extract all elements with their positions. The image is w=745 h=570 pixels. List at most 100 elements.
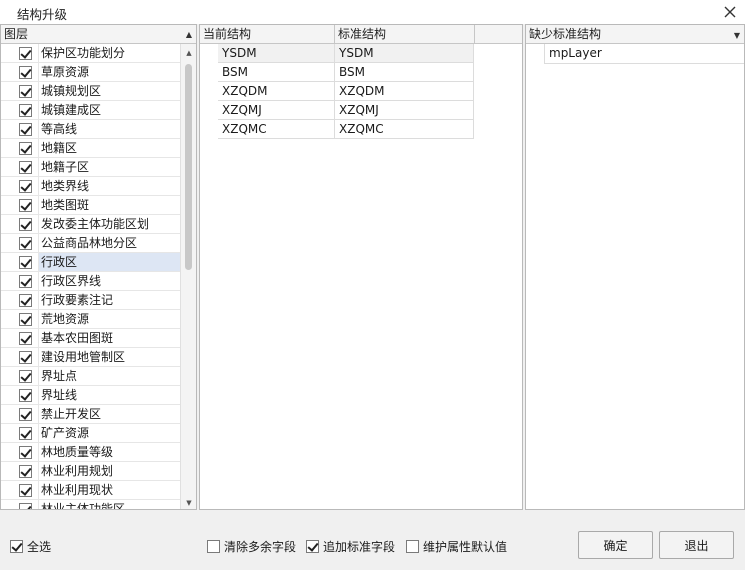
layer-column-header[interactable]: 图层 ▲	[1, 25, 196, 44]
layer-name[interactable]: 城镇规划区	[38, 82, 181, 101]
layer-name[interactable]: 发改委主体功能区划	[38, 215, 181, 234]
layer-name[interactable]: 行政要素注记	[38, 291, 181, 310]
missing-structure-header[interactable]: 缺少标准结构 ▼	[526, 25, 744, 45]
layer-row[interactable]: 界址线	[1, 386, 181, 405]
layer-checkbox[interactable]	[19, 85, 32, 98]
layer-name[interactable]: 行政区界线	[38, 272, 181, 291]
layer-row[interactable]: 城镇建成区	[1, 101, 181, 120]
layer-row[interactable]: 等高线	[1, 120, 181, 139]
standard-field-cell[interactable]: XZQMJ	[335, 101, 474, 120]
layer-row[interactable]: 禁止开发区	[1, 405, 181, 424]
layer-checkbox[interactable]	[19, 199, 32, 212]
layer-name[interactable]: 林业利用规划	[38, 462, 181, 481]
layer-checkbox[interactable]	[19, 427, 32, 440]
layer-name[interactable]: 界址点	[38, 367, 181, 386]
layer-checkbox[interactable]	[19, 104, 32, 117]
standard-field-cell[interactable]: BSM	[335, 63, 474, 82]
layer-checkbox[interactable]	[19, 180, 32, 193]
layer-row[interactable]: 地类图斑	[1, 196, 181, 215]
layer-name[interactable]: 林业利用现状	[38, 481, 181, 500]
layer-row[interactable]: 荒地资源	[1, 310, 181, 329]
standard-field-cell[interactable]: YSDM	[335, 44, 474, 63]
current-field-cell[interactable]: XZQMC	[218, 120, 335, 139]
select-all-check-icon[interactable]	[10, 540, 23, 553]
layer-name[interactable]: 草原资源	[38, 63, 181, 82]
layer-row[interactable]: 城镇规划区	[1, 82, 181, 101]
layer-name[interactable]: 地籍区	[38, 139, 181, 158]
current-structure-header[interactable]: 当前结构	[200, 25, 335, 44]
layer-name[interactable]: 地籍子区	[38, 158, 181, 177]
layer-row[interactable]: 地类界线	[1, 177, 181, 196]
standard-structure-header[interactable]: 标准结构	[335, 25, 475, 44]
layer-checkbox[interactable]	[19, 47, 32, 60]
layer-name[interactable]: 荒地资源	[38, 310, 181, 329]
layer-scrollbar[interactable]: ▲ ▼	[180, 44, 196, 509]
layer-checkbox[interactable]	[19, 218, 32, 231]
layer-row[interactable]: 界址点	[1, 367, 181, 386]
current-field-cell[interactable]: BSM	[218, 63, 335, 82]
layer-row[interactable]: 保护区功能划分	[1, 44, 181, 63]
layer-row[interactable]: 地籍区	[1, 139, 181, 158]
layer-checkbox[interactable]	[19, 484, 32, 497]
clear-extra-check-icon[interactable]	[207, 540, 220, 553]
layer-name[interactable]: 等高线	[38, 120, 181, 139]
layer-name[interactable]: 行政区	[38, 253, 181, 272]
ok-button[interactable]: 确定	[578, 531, 653, 559]
layer-checkbox[interactable]	[19, 123, 32, 136]
missing-item[interactable]: mpLayer	[544, 44, 744, 64]
layer-row[interactable]: 地籍子区	[1, 158, 181, 177]
layer-name[interactable]: 公益商品林地分区	[38, 234, 181, 253]
layer-row[interactable]: 行政区界线	[1, 272, 181, 291]
layer-checkbox[interactable]	[19, 142, 32, 155]
layer-checkbox[interactable]	[19, 503, 32, 509]
layer-row[interactable]: 矿产资源	[1, 424, 181, 443]
layer-row[interactable]: 行政区	[1, 253, 181, 272]
layer-checkbox[interactable]	[19, 389, 32, 402]
layer-row[interactable]: 建设用地管制区	[1, 348, 181, 367]
layer-row[interactable]: 林业主体功能区	[1, 500, 181, 509]
scroll-down-icon[interactable]: ▼	[181, 496, 196, 509]
layer-checkbox[interactable]	[19, 351, 32, 364]
layer-checkbox[interactable]	[19, 256, 32, 269]
layer-row[interactable]: 林地质量等级	[1, 443, 181, 462]
current-field-cell[interactable]: YSDM	[218, 44, 335, 63]
exit-button[interactable]: 退出	[659, 531, 734, 559]
layer-row[interactable]: 行政要素注记	[1, 291, 181, 310]
layer-row[interactable]: 基本农田图斑	[1, 329, 181, 348]
layer-row[interactable]: 公益商品林地分区	[1, 234, 181, 253]
layer-checkbox[interactable]	[19, 275, 32, 288]
layer-row[interactable]: 发改委主体功能区划	[1, 215, 181, 234]
layer-name[interactable]: 基本农田图斑	[38, 329, 181, 348]
append-standard-fields-checkbox[interactable]: 追加标准字段	[306, 538, 395, 555]
layer-name[interactable]: 城镇建成区	[38, 101, 181, 120]
standard-field-cell[interactable]: XZQDM	[335, 82, 474, 101]
append-standard-check-icon[interactable]	[306, 540, 319, 553]
layer-name[interactable]: 界址线	[38, 386, 181, 405]
current-field-cell[interactable]: XZQMJ	[218, 101, 335, 120]
standard-field-cell[interactable]: XZQMC	[335, 120, 474, 139]
current-field-cell[interactable]: XZQDM	[218, 82, 335, 101]
maintain-default-values-checkbox[interactable]: 维护属性默认值	[406, 538, 507, 555]
layer-name[interactable]: 林业主体功能区	[38, 500, 181, 509]
layer-row[interactable]: 林业利用现状	[1, 481, 181, 500]
scroll-up-icon[interactable]: ▲	[181, 46, 196, 60]
layer-checkbox[interactable]	[19, 332, 32, 345]
clear-extra-fields-checkbox[interactable]: 清除多余字段	[207, 538, 296, 555]
layer-checkbox[interactable]	[19, 408, 32, 421]
layer-name[interactable]: 地类界线	[38, 177, 181, 196]
layer-name[interactable]: 地类图斑	[38, 196, 181, 215]
layer-name[interactable]: 林地质量等级	[38, 443, 181, 462]
layer-checkbox[interactable]	[19, 465, 32, 478]
layer-checkbox[interactable]	[19, 446, 32, 459]
layer-checkbox[interactable]	[19, 161, 32, 174]
layer-name[interactable]: 矿产资源	[38, 424, 181, 443]
select-all-checkbox[interactable]: 全选	[10, 538, 51, 555]
layer-row[interactable]: 林业利用规划	[1, 462, 181, 481]
layer-name[interactable]: 保护区功能划分	[38, 44, 181, 63]
chevron-down-icon[interactable]: ▼	[734, 26, 740, 45]
close-button[interactable]	[719, 1, 741, 23]
layer-checkbox[interactable]	[19, 66, 32, 79]
layer-name[interactable]: 建设用地管制区	[38, 348, 181, 367]
layer-row[interactable]: 草原资源	[1, 63, 181, 82]
scroll-thumb[interactable]	[185, 64, 192, 270]
